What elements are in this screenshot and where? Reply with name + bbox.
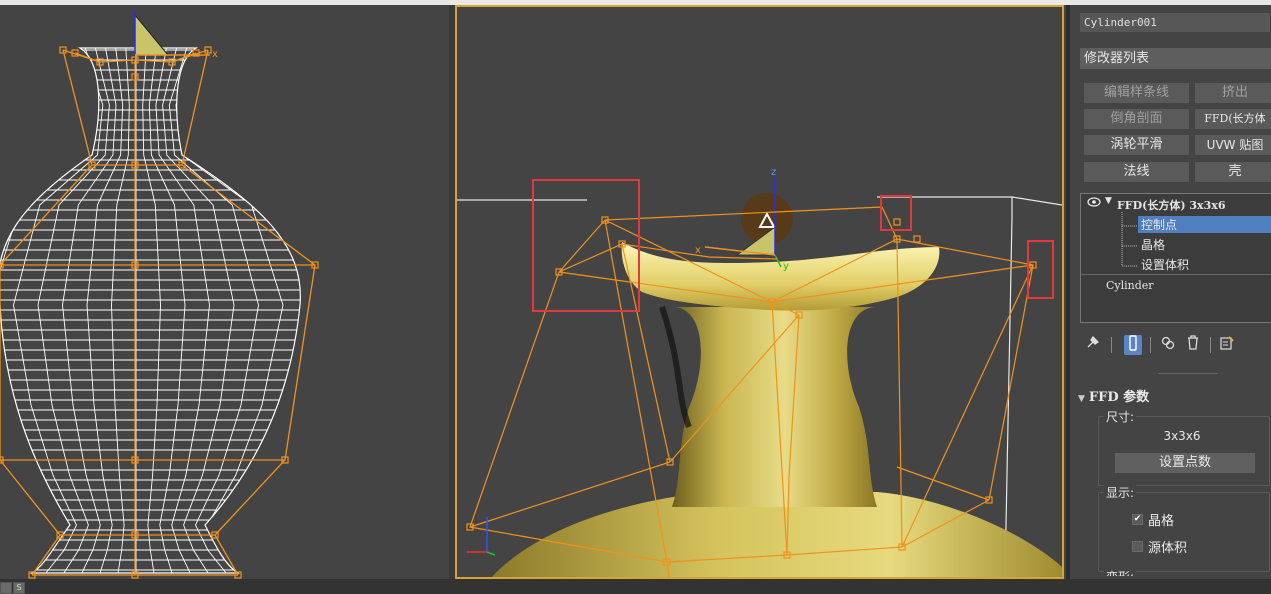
shaded-vase-svg: z x y [457, 167, 1062, 577]
dimensions-group [1098, 416, 1270, 486]
object-name-field[interactable]: Cylinder001 [1080, 13, 1270, 32]
viewport-front-wireframe[interactable]: x [0, 5, 449, 579]
svg-text:x: x [212, 49, 218, 60]
dimensions-value: 3x3x6 [1163, 429, 1201, 443]
modifier-button-turbosmooth[interactable]: 涡轮平滑 [1084, 135, 1189, 155]
expand-triangle-icon[interactable]: ▼ [1105, 196, 1112, 206]
source-volume-checkbox[interactable] [1132, 541, 1143, 552]
command-panel: Cylinder001 修改器列表 编辑样条线 挤出 倒角剖面 FFD(长方体 … [1066, 5, 1271, 579]
toolbar-separator [1150, 337, 1151, 353]
toolbar-separator [1210, 337, 1211, 353]
display-label: 显示: [1104, 484, 1137, 501]
stack-sub-lattice[interactable]: 晶格 [1141, 236, 1165, 253]
show-end-result-icon[interactable] [1124, 335, 1142, 355]
modifier-button-extrude[interactable]: 挤出 [1195, 83, 1271, 103]
remove-modifier-icon[interactable] [1184, 335, 1202, 355]
modifier-button-ffd-box[interactable]: FFD(长方体 [1195, 109, 1271, 129]
modifier-button-edit-spline[interactable]: 编辑样条线 [1084, 83, 1189, 103]
stack-tree-lines [1121, 212, 1137, 267]
axis-z-label: z [771, 167, 776, 178]
rollout-separator [1158, 373, 1218, 374]
source-volume-checkbox-label: 源体积 [1148, 541, 1188, 556]
modifier-stack[interactable]: ▼ FFD(长方体) 3x3x6 控制点 晶格 设置体积 Cylinder [1080, 193, 1271, 323]
axis-x-label: x [695, 245, 701, 256]
display-group [1098, 492, 1270, 572]
deform-label: 变形: [1104, 568, 1137, 576]
viewport-perspective-shaded[interactable]: z x y [455, 5, 1064, 579]
make-unique-icon[interactable] [1159, 335, 1177, 355]
toolbar-separator [1111, 337, 1112, 353]
modifier-button-bevel-profile[interactable]: 倒角剖面 [1084, 109, 1189, 129]
gizmo-triangle [134, 13, 170, 56]
lattice-checkbox-label: 晶格 [1148, 514, 1175, 529]
modifier-button-shell[interactable]: 壳 [1195, 162, 1271, 182]
lattice-checkbox[interactable]: ✔ [1132, 514, 1143, 525]
modifier-button-normal[interactable]: 法线 [1084, 162, 1189, 182]
modifier-list-dropdown[interactable]: 修改器列表 [1080, 48, 1271, 69]
wireframe-vase-svg: x [0, 10, 319, 579]
collapse-triangle-icon: ▼ [1078, 394, 1085, 404]
configure-sets-icon[interactable] [1218, 335, 1236, 355]
axis-y-label: y [783, 261, 789, 272]
status-bar: S [0, 579, 1271, 594]
dimensions-label: 尺寸: [1104, 408, 1137, 425]
stack-item-ffd[interactable]: FFD(长方体) 3x3x6 [1117, 197, 1225, 213]
stack-sub-control-points[interactable]: 控制点 [1141, 216, 1177, 233]
eye-icon[interactable] [1087, 196, 1101, 211]
ffd-control-points-left [0, 46, 319, 579]
stack-item-cylinder[interactable]: Cylinder [1106, 279, 1154, 292]
set-number-of-points-button[interactable]: 设置点数 [1115, 453, 1255, 473]
rollout-header-ffd-params[interactable]: ▼ FFD 参数 [1078, 386, 1149, 405]
modifier-button-uvw-map[interactable]: UVW 贴图 [1195, 135, 1271, 155]
pin-stack-icon[interactable] [1084, 335, 1102, 355]
status-button-1[interactable] [0, 582, 12, 594]
rollout-title: FFD 参数 [1088, 390, 1150, 405]
wireframe-mesh [0, 48, 301, 573]
stack-sub-set-volume[interactable]: 设置体积 [1141, 256, 1189, 273]
corner-axis-y [486, 551, 496, 556]
stack-separator [1081, 274, 1271, 275]
status-button-2[interactable]: S [13, 582, 25, 594]
